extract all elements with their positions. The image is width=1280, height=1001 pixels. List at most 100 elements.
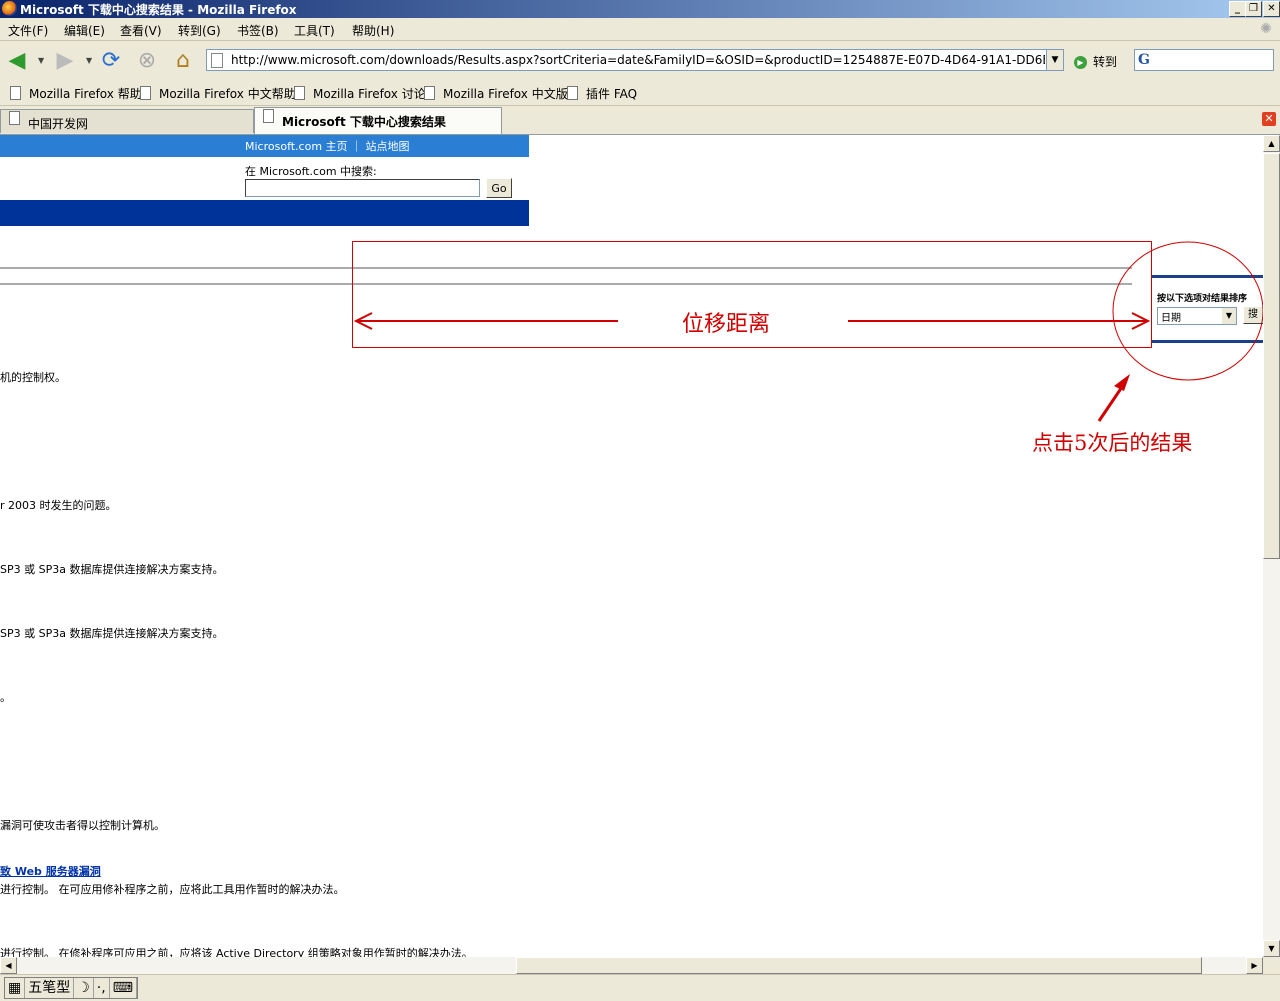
bookmark-item[interactable]: Mozilla Firefox 中文帮助 — [140, 85, 296, 102]
close-button[interactable]: ✕ — [1263, 1, 1280, 17]
page-icon — [211, 53, 223, 68]
menu-view[interactable]: 查看(V) — [120, 22, 162, 39]
sort-panel: 按以下选项对结果排序 日期 ▼ 搜 — [1151, 275, 1263, 343]
result-snippet: r 2003 时发生的问题。 — [0, 499, 117, 512]
page-icon — [9, 111, 20, 125]
result-snippet: SP3 或 SP3a 数据库提供连接解决方案支持。 — [0, 563, 224, 576]
divider — [0, 267, 1132, 269]
ms-nav-bar — [0, 200, 529, 226]
go-button-label: 转到 — [1093, 55, 1118, 69]
menu-help[interactable]: 帮助(H) — [352, 22, 394, 39]
vertical-scrollbar[interactable]: ▲ ▼ — [1263, 135, 1280, 957]
horizontal-scroll-thumb[interactable] — [516, 957, 1202, 974]
annotation-pointer-head — [1114, 374, 1130, 391]
url-dropdown-icon[interactable]: ▼ — [1046, 50, 1063, 70]
tab-label: 中国开发网 — [28, 117, 89, 131]
url-text[interactable]: http://www.microsoft.com/downloads/Resul… — [231, 53, 1045, 67]
ms-search-input[interactable] — [245, 179, 480, 197]
annotation-pointer — [1097, 380, 1128, 422]
reload-icon[interactable]: ⟳ — [98, 48, 124, 74]
forward-dropdown-icon[interactable]: ▼ — [86, 56, 92, 65]
bookmark-label: Mozilla Firefox 中文帮助 — [159, 87, 296, 101]
page-icon — [424, 86, 435, 100]
horizontal-scrollbar[interactable]: ◀ ▶ — [0, 957, 1263, 974]
title-bar: Microsoft 下载中心搜索结果 - Mozilla Firefox _ ❐… — [0, 0, 1280, 18]
sort-select-value: 日期 — [1161, 313, 1181, 324]
ime-logo-icon[interactable]: ▦ — [5, 978, 26, 998]
ime-toolbar[interactable]: ▦ 五笔型 ☽ ·, ⌨ — [4, 977, 138, 999]
vertical-scroll-thumb[interactable] — [1263, 153, 1280, 559]
punctuation-icon[interactable]: ·, — [94, 978, 110, 998]
scrollbar-corner — [1263, 957, 1280, 974]
tab-china-dev[interactable]: 中国开发网 — [0, 109, 254, 133]
menu-tools[interactable]: 工具(T) — [294, 22, 335, 39]
ime-status-bar: ▦ 五笔型 ☽ ·, ⌨ — [0, 974, 1280, 1001]
bookmark-item[interactable]: Mozilla Firefox 中文版 — [424, 85, 568, 102]
page-content: Microsoft.com 主页 ｜ 站点地图 在 Microsoft.com … — [0, 135, 1263, 957]
go-button[interactable]: ▶ 转到 — [1074, 53, 1117, 70]
annotation-overlay — [352, 241, 1263, 422]
scroll-down-icon[interactable]: ▼ — [1263, 940, 1280, 957]
bookmark-item[interactable]: Mozilla Firefox 帮助 — [10, 85, 142, 102]
ms-header-links[interactable]: Microsoft.com 主页 ｜ 站点地图 — [245, 138, 410, 154]
maximize-button[interactable]: ❐ — [1245, 1, 1262, 17]
soft-keyboard-icon[interactable]: ⌨ — [110, 978, 137, 998]
bookmarks-toolbar: Mozilla Firefox 帮助 Mozilla Firefox 中文帮助 … — [0, 81, 1280, 106]
tab-label: Microsoft 下载中心搜索结果 — [282, 115, 446, 129]
sort-label: 按以下选项对结果排序 — [1157, 294, 1248, 304]
back-dropdown-icon[interactable]: ▼ — [38, 56, 44, 65]
menu-file[interactable]: 文件(F) — [8, 22, 48, 39]
divider — [0, 283, 1132, 285]
scroll-right-icon[interactable]: ▶ — [1246, 957, 1263, 974]
scroll-up-icon[interactable]: ▲ — [1263, 135, 1280, 152]
result-title-link[interactable]: 致 Web 服务器漏洞 — [0, 863, 101, 879]
sort-select[interactable]: 日期 ▼ — [1157, 307, 1237, 325]
forward-arrow-icon[interactable]: ▶ — [52, 48, 78, 74]
result-snippet: 进行控制。 在可应用修补程序之前，应将此工具用作暂时的解决办法。 — [0, 883, 345, 896]
google-search-icon[interactable]: G — [1138, 52, 1150, 68]
bookmark-item[interactable]: Mozilla Firefox 讨论 — [294, 85, 426, 102]
tab-strip: 中国开发网 Microsoft 下载中心搜索结果 ✕ — [0, 106, 1280, 135]
back-arrow-icon[interactable]: ◀ — [4, 48, 30, 74]
bookmark-label: Mozilla Firefox 帮助 — [29, 87, 142, 101]
page-icon — [263, 109, 274, 123]
bookmark-item[interactable]: 插件 FAQ — [567, 85, 637, 102]
minimize-button[interactable]: _ — [1229, 1, 1246, 17]
menu-edit[interactable]: 编辑(E) — [64, 22, 105, 39]
search-input[interactable]: G — [1134, 49, 1274, 71]
tab-ms-download-results[interactable]: Microsoft 下载中心搜索结果 — [254, 107, 502, 134]
chevron-down-icon[interactable]: ▼ — [1222, 308, 1236, 324]
result-snippet: 漏洞可使攻击者得以控制计算机。 — [0, 819, 165, 832]
half-width-moon-icon[interactable]: ☽ — [74, 978, 94, 998]
menu-bar: 文件(F) 编辑(E) 查看(V) 转到(G) 书签(B) 工具(T) 帮助(H… — [0, 18, 1280, 41]
go-arrow-icon: ▶ — [1074, 56, 1087, 69]
annotation-displacement-label: 位移距离 — [682, 312, 771, 337]
page-icon — [10, 86, 21, 100]
home-icon[interactable]: ⌂ — [170, 48, 196, 74]
bookmark-label: Mozilla Firefox 中文版 — [443, 87, 568, 101]
window-title: Microsoft 下载中心搜索结果 - Mozilla Firefox — [20, 3, 297, 17]
sort-button[interactable]: 搜 — [1243, 306, 1263, 324]
ime-name[interactable]: 五笔型 — [25, 978, 75, 998]
throbber-icon: ✺ — [1260, 21, 1272, 37]
annotation-arrowhead-left — [353, 312, 373, 330]
result-snippet: SP3 或 SP3a 数据库提供连接解决方案支持。 — [0, 627, 224, 640]
result-snippet: 机的控制权。 — [0, 371, 66, 384]
close-tab-icon[interactable]: ✕ — [1262, 112, 1276, 126]
stop-icon[interactable]: ⊗ — [134, 48, 160, 74]
result-snippet: 。 — [0, 691, 11, 704]
ms-search-label: 在 Microsoft.com 中搜索: — [245, 165, 377, 178]
firefox-logo-icon — [2, 1, 17, 16]
page-icon — [294, 86, 305, 100]
page-icon — [140, 86, 151, 100]
result-snippet: 进行控制。 在修补程序可应用之前，应将该 Active Directory 组策… — [0, 947, 473, 957]
menu-bookmarks[interactable]: 书签(B) — [237, 22, 279, 39]
annotation-result-label: 点击5次后的结果 — [1032, 431, 1193, 455]
navigation-toolbar: ◀ ▼ ▶ ▼ ⟳ ⊗ ⌂ http://www.microsoft.com/d… — [0, 41, 1280, 82]
ms-go-button[interactable]: Go — [486, 178, 512, 198]
menu-go[interactable]: 转到(G) — [178, 22, 221, 39]
scroll-left-icon[interactable]: ◀ — [0, 957, 17, 974]
address-bar[interactable]: http://www.microsoft.com/downloads/Resul… — [206, 49, 1064, 71]
bookmark-label: 插件 FAQ — [586, 87, 638, 101]
bookmark-label: Mozilla Firefox 讨论 — [313, 87, 426, 101]
